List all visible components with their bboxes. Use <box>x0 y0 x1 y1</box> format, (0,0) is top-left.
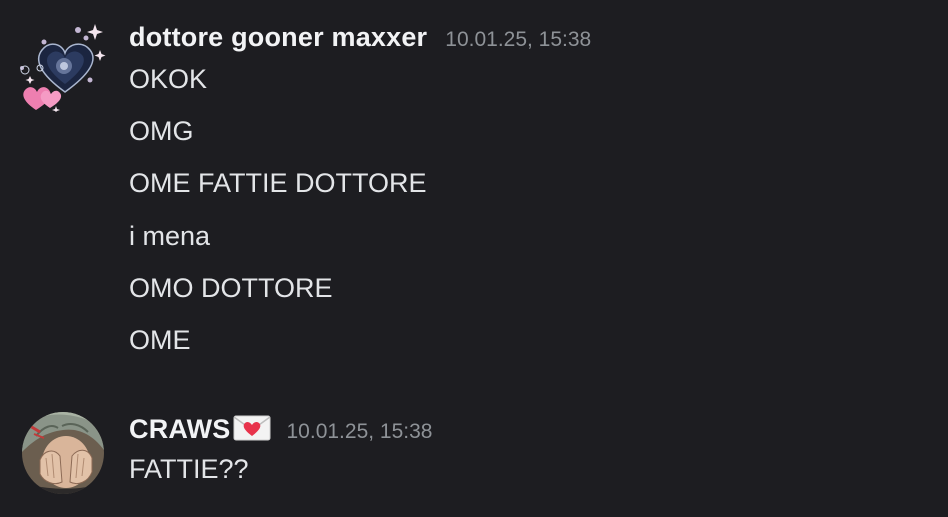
anime-character-avatar-icon[interactable] <box>22 412 104 494</box>
username[interactable]: dottore gooner maxxer <box>129 22 427 53</box>
message-text: OME <box>129 325 191 355</box>
love-letter-icon <box>233 415 271 441</box>
timestamp: 10.01.25, 15:38 <box>445 28 592 51</box>
username[interactable]: CRAWS <box>129 414 231 445</box>
message-text: OMG <box>129 116 194 146</box>
message-text: FATTIE?? <box>129 454 249 484</box>
message-header: CRAWS 10.01.25, 15:38 <box>129 412 432 445</box>
message-text: i mena <box>129 221 211 251</box>
message-header: dottore gooner maxxer 10.01.25, 15:38 <box>129 22 591 53</box>
chat-log: dottore gooner maxxer 10.01.25, 15:38 OK… <box>0 0 948 517</box>
message-text: OKOK <box>129 64 208 94</box>
sparkle-heart-avatar-icon[interactable] <box>20 20 106 112</box>
message-text: OME FATTIE DOTTORE <box>129 168 427 198</box>
timestamp: 10.01.25, 15:38 <box>286 420 433 443</box>
message-text: OMO DOTTORE <box>129 273 333 303</box>
